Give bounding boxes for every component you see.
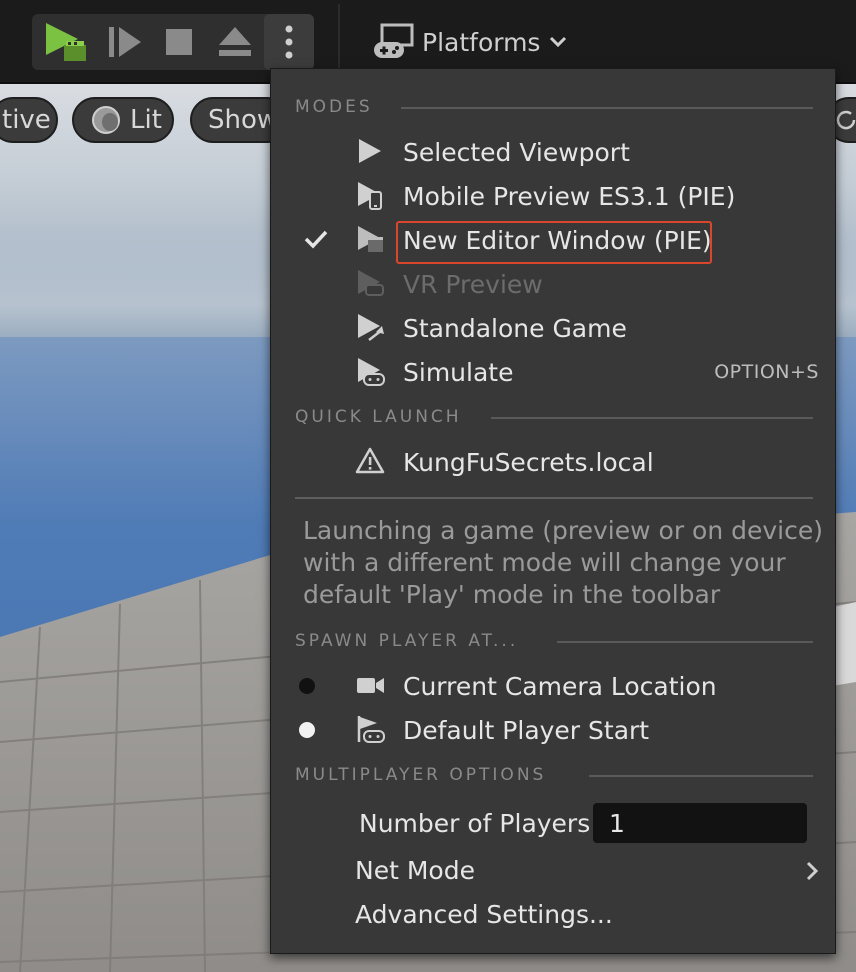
mode-label: Simulate xyxy=(403,357,514,387)
frame-skip-button[interactable] xyxy=(98,14,152,70)
number-of-players-label: Number of Players xyxy=(359,808,591,838)
refresh-icon xyxy=(836,110,856,130)
warning-icon xyxy=(355,447,385,474)
simulate-shortcut: OPTION+S xyxy=(714,361,819,383)
mode-selected-viewport[interactable]: Selected Viewport xyxy=(271,132,837,172)
quick-launch-device[interactable]: KungFuSecrets.local xyxy=(271,442,837,482)
menu-divider xyxy=(295,497,813,499)
mode-label: Standalone Game xyxy=(403,313,627,343)
radio-selected xyxy=(299,722,315,738)
platforms-button[interactable]: Platforms xyxy=(372,18,568,66)
mode-mobile-preview[interactable]: Mobile Preview ES3.1 (PIE) xyxy=(271,176,837,216)
lit-sphere-icon xyxy=(92,106,120,134)
stop-button[interactable] xyxy=(152,14,206,70)
modes-section-title: MODES xyxy=(295,97,373,117)
more-options-button[interactable] xyxy=(264,14,314,70)
mode-simulate[interactable]: Simulate OPTION+S xyxy=(271,352,837,392)
section-divider xyxy=(589,775,813,777)
play-controls-group xyxy=(32,14,314,70)
frame-skip-icon xyxy=(109,27,141,57)
stop-icon xyxy=(166,29,192,55)
camera-icon xyxy=(357,678,384,693)
net-mode-label: Net Mode xyxy=(355,855,475,885)
section-divider xyxy=(491,417,813,419)
mode-label: Mobile Preview ES3.1 (PIE) xyxy=(403,181,736,211)
quick-launch-section-title: QUICK LAUNCH xyxy=(295,407,462,427)
platforms-label: Platforms xyxy=(422,27,541,57)
player-start-icon xyxy=(357,716,385,743)
spawn-label: Default Player Start xyxy=(403,715,650,745)
editor-window-icon xyxy=(358,226,383,252)
play-triangle-icon xyxy=(359,139,381,163)
show-label: Show xyxy=(208,105,279,135)
vr-preview-icon xyxy=(358,270,384,296)
annotation-highlight-box xyxy=(396,221,712,264)
viewport-perspective-pill[interactable]: tive xyxy=(0,97,58,143)
mobile-preview-icon xyxy=(358,182,382,210)
spawn-current-camera-location[interactable]: Current Camera Location xyxy=(271,666,837,706)
spawn-label: Current Camera Location xyxy=(403,671,717,701)
checkmark-icon xyxy=(304,230,328,249)
section-divider xyxy=(401,107,813,109)
mode-label: VR Preview xyxy=(403,269,543,299)
net-mode-submenu[interactable]: Net Mode xyxy=(271,850,837,890)
device-label: KungFuSecrets.local xyxy=(403,447,654,477)
perspective-label: tive xyxy=(2,105,51,135)
chevron-right-icon xyxy=(806,861,819,881)
standalone-game-icon xyxy=(358,314,384,341)
toolbar-separator xyxy=(338,4,340,78)
play-options-menu: MODES Selected Viewport Mobile Preview E… xyxy=(270,68,836,954)
number-of-players-input[interactable]: 1 xyxy=(593,803,807,843)
section-divider xyxy=(557,641,813,643)
viewport-lit-pill[interactable]: Lit xyxy=(72,97,174,143)
mode-standalone-game[interactable]: Standalone Game xyxy=(271,308,837,348)
mode-label: Selected Viewport xyxy=(403,137,630,167)
radio-unselected xyxy=(299,678,315,694)
more-options-icon xyxy=(285,25,293,59)
play-mode-hint: Launching a game (preview or on device) … xyxy=(303,516,823,609)
platforms-icon xyxy=(374,23,414,58)
advanced-settings-item[interactable]: Advanced Settings... xyxy=(271,894,837,934)
play-icon xyxy=(46,23,86,61)
mode-vr-preview: VR Preview xyxy=(271,264,837,304)
lit-label: Lit xyxy=(130,105,162,135)
advanced-settings-label: Advanced Settings... xyxy=(355,899,613,929)
simulate-icon xyxy=(358,358,385,386)
chevron-down-icon xyxy=(550,36,567,48)
play-button[interactable] xyxy=(38,14,92,70)
multiplayer-section-title: MULTIPLAYER OPTIONS xyxy=(295,765,547,785)
spawn-section-title: SPAWN PLAYER AT... xyxy=(295,631,519,651)
spawn-default-player-start[interactable]: Default Player Start xyxy=(271,710,837,750)
eject-button[interactable] xyxy=(208,14,262,70)
eject-icon xyxy=(219,27,251,56)
